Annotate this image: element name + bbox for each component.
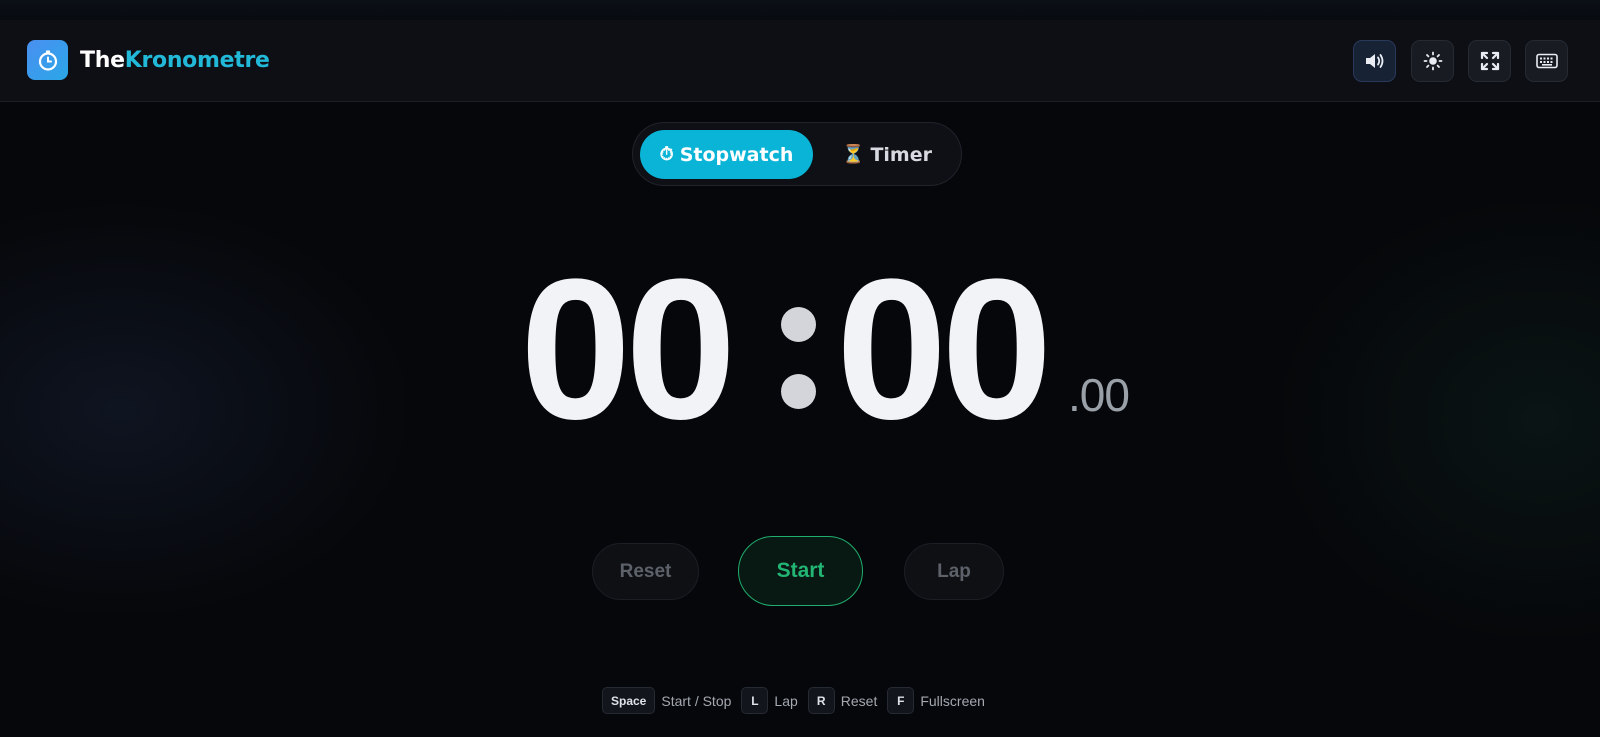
shortcut-label: Lap: [774, 692, 798, 709]
keyboard-shortcuts-button[interactable]: [1525, 40, 1568, 82]
shortcut-label: Fullscreen: [920, 692, 985, 709]
sun-icon: [1423, 51, 1442, 71]
mode-switch: ⏱ Stopwatch ⏳ Timer: [632, 122, 962, 186]
stopwatch-icon: ⏱: [659, 144, 674, 165]
keyboard-shortcuts-hint: Space Start / Stop L Lap R Reset F Fulls…: [602, 687, 995, 714]
brand[interactable]: TheKronometre: [27, 40, 270, 80]
page: TheKronometre ⏱ Stopwatch ⏳ Timer 00 00 …: [0, 0, 1600, 737]
hundredths-display: .00: [1068, 369, 1130, 421]
fullscreen-button[interactable]: [1468, 40, 1511, 82]
hourglass-icon: ⏳: [842, 144, 865, 165]
shortcut-key: F: [887, 687, 915, 714]
reset-button[interactable]: Reset: [592, 543, 699, 600]
minutes-display: 00: [520, 238, 736, 461]
seconds-display: 00: [836, 238, 1052, 461]
shortcut-key: Space: [602, 687, 656, 714]
sound-toggle-button[interactable]: [1353, 40, 1396, 82]
lap-button[interactable]: Lap: [904, 543, 1004, 600]
stopwatch-display: 00 00 .00: [520, 250, 1140, 450]
stopwatch-icon: [27, 40, 68, 80]
colon-dot-bottom: [781, 374, 816, 409]
start-button[interactable]: Start: [738, 536, 863, 606]
brand-name-part2: Kronometre: [124, 47, 270, 73]
keyboard-icon: [1535, 53, 1558, 69]
shortcut-label: Reset: [840, 692, 878, 709]
shortcut-key: L: [741, 687, 769, 714]
app-header: TheKronometre: [0, 20, 1600, 102]
brand-name: TheKronometre: [80, 48, 270, 73]
tab-stopwatch-label: Stopwatch: [679, 143, 794, 166]
tab-timer[interactable]: ⏳ Timer: [819, 130, 955, 179]
colon-dot-top: [781, 307, 816, 342]
theme-toggle-button[interactable]: [1411, 40, 1454, 82]
tab-timer-label: Timer: [870, 143, 932, 166]
shortcut-key: R: [807, 687, 835, 714]
speaker-icon: [1365, 54, 1383, 68]
shortcut-label: Start / Stop: [661, 692, 732, 709]
brand-name-part1: The: [80, 47, 125, 73]
tab-stopwatch[interactable]: ⏱ Stopwatch: [640, 130, 813, 179]
top-strip: [0, 0, 1600, 20]
fullscreen-icon: [1480, 51, 1499, 71]
